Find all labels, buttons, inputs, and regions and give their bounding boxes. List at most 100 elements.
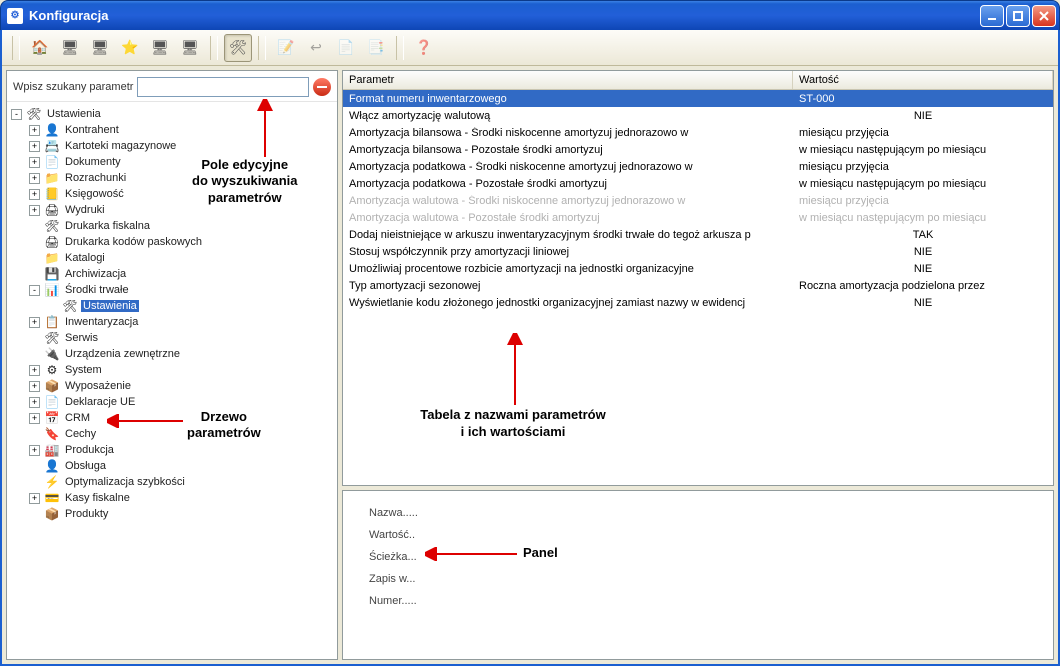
toolbar-btn-star[interactable]: ⭐: [116, 34, 144, 62]
toolbar-btn-5[interactable]: 🖥: [146, 34, 174, 62]
tree-expander: [29, 349, 40, 360]
tree-icon: 💳: [44, 490, 60, 506]
tree-icon: 🛠: [62, 298, 78, 314]
tree-label: Środki trwałe: [63, 284, 131, 296]
window-titlebar: ⚙ Konfiguracja: [0, 0, 1060, 30]
table-row[interactable]: Amortyzacja walutowa - Pozostałe środki …: [343, 209, 1053, 226]
tree-item[interactable]: +📅CRM: [9, 410, 335, 426]
toolbar-btn-6[interactable]: 🖥: [176, 34, 204, 62]
cell-value: Roczna amortyzacja podzielona przez: [793, 280, 1053, 292]
tree-expander[interactable]: +: [29, 397, 40, 408]
tree-item[interactable]: 📁Katalogi: [9, 250, 335, 266]
tree-item[interactable]: +🖨Wydruki: [9, 202, 335, 218]
tree-expander: [29, 237, 40, 248]
toolbar-btn-help[interactable]: ❓: [410, 34, 438, 62]
tree-item[interactable]: +⚙System: [9, 362, 335, 378]
tree-item[interactable]: 📦Produkty: [9, 506, 335, 522]
tree-item[interactable]: -🛠Ustawienia: [9, 106, 335, 122]
tree-item[interactable]: +🏭Produkcja: [9, 442, 335, 458]
table-row[interactable]: Włącz amortyzację walutowąNIE: [343, 107, 1053, 124]
grid-header-param[interactable]: Parametr: [343, 71, 793, 89]
detail-panel: Nazwa..... Wartość.. Ścieżka... Zapis w.…: [342, 490, 1054, 660]
tree-expander: [29, 221, 40, 232]
cell-value: NIE: [793, 297, 1053, 309]
tree-icon: 📋: [44, 314, 60, 330]
tree-expander[interactable]: +: [29, 189, 40, 200]
window-minimize-button[interactable]: [980, 5, 1004, 27]
toolbar-btn-home[interactable]: 🏠: [26, 34, 54, 62]
panel-path: Ścieżka...: [369, 551, 1027, 563]
tree-item[interactable]: +📋Inwentaryzacja: [9, 314, 335, 330]
window-close-button[interactable]: [1032, 5, 1056, 27]
toolbar-btn-docs[interactable]: 📑: [362, 34, 390, 62]
tree-item[interactable]: +💳Kasy fiskalne: [9, 490, 335, 506]
tree-icon: 📄: [44, 394, 60, 410]
cell-param: Amortyzacja bilansowa - Pozostałe środki…: [343, 144, 793, 156]
toolbar-btn-doc[interactable]: 📄: [332, 34, 360, 62]
tree-icon: 🏭: [44, 442, 60, 458]
tree-expander[interactable]: +: [29, 445, 40, 456]
tree-item[interactable]: 🔖Cechy: [9, 426, 335, 442]
tree-icon: 🛠: [26, 106, 42, 122]
table-row[interactable]: Amortyzacja bilansowa - Pozostałe środki…: [343, 141, 1053, 158]
table-row[interactable]: Amortyzacja podatkowa - Pozostałe środki…: [343, 175, 1053, 192]
tree-item[interactable]: + 📇Kartoteki magazynowe: [9, 138, 335, 154]
grid-header-value[interactable]: Wartość: [793, 71, 1053, 89]
tree-expander[interactable]: +: [29, 125, 40, 136]
cell-value: NIE: [793, 110, 1053, 122]
tree-expander[interactable]: +: [29, 493, 40, 504]
tree-item[interactable]: +👤Kontrahent: [9, 122, 335, 138]
tree-item[interactable]: 💾Archiwizacja: [9, 266, 335, 282]
tree-expander[interactable]: -: [29, 285, 40, 296]
window-maximize-button[interactable]: [1006, 5, 1030, 27]
tree-expander[interactable]: +: [29, 141, 40, 152]
table-row[interactable]: Stosuj współczynnik przy amortyzacji lin…: [343, 243, 1053, 260]
tree-item[interactable]: +📦Wyposażenie: [9, 378, 335, 394]
toolbar-btn-2[interactable]: 🖥: [56, 34, 84, 62]
table-row[interactable]: Amortyzacja podatkowa - Środki niskocenn…: [343, 158, 1053, 175]
tree-expander[interactable]: -: [11, 109, 22, 120]
table-row[interactable]: Format numeru inwentarzowegoST-000: [343, 90, 1053, 107]
window-title: Konfiguracja: [29, 8, 108, 23]
tree-label: Dokumenty: [63, 156, 123, 168]
tree-item[interactable]: 👤Obsługa: [9, 458, 335, 474]
cell-param: Dodaj nieistniejące w arkuszu inwentaryz…: [343, 229, 793, 241]
tree-item[interactable]: 🛠Serwis: [9, 330, 335, 346]
tree-icon: 🛠: [44, 218, 60, 234]
table-row[interactable]: Umożliwiaj procentowe rozbicie amortyzac…: [343, 260, 1053, 277]
tree-label: Obsługa: [63, 460, 108, 472]
tree-item[interactable]: 🖨Drukarka kodów paskowych: [9, 234, 335, 250]
tree-item[interactable]: +📄Dokumenty: [9, 154, 335, 170]
tree-item[interactable]: +📒Księgowość: [9, 186, 335, 202]
tree-expander[interactable]: +: [29, 381, 40, 392]
table-row[interactable]: Typ amortyzacji sezonowejRoczna amortyza…: [343, 277, 1053, 294]
tree-item[interactable]: -📊Środki trwałe: [9, 282, 335, 298]
tree[interactable]: -🛠Ustawienia+👤Kontrahent+📇Kartoteki maga…: [7, 102, 337, 659]
tree-expander[interactable]: +: [29, 365, 40, 376]
tree-expander[interactable]: +: [29, 413, 40, 424]
tree-expander[interactable]: +: [29, 317, 40, 328]
toolbar-btn-edit[interactable]: 📝: [272, 34, 300, 62]
toolbar-btn-tools[interactable]: 🛠: [224, 34, 252, 62]
tree-item[interactable]: 🛠Drukarka fiskalna: [9, 218, 335, 234]
toolbar-btn-undo[interactable]: ↩: [302, 34, 330, 62]
tree-expander[interactable]: +: [29, 157, 40, 168]
tree-label: Kartoteki magazynowe: [63, 140, 178, 152]
tree-item[interactable]: +📄Deklaracje UE: [9, 394, 335, 410]
tree-item[interactable]: 🔌Urządzenia zewnętrzne: [9, 346, 335, 362]
table-row[interactable]: Amortyzacja walutowa - Środki niskocenne…: [343, 192, 1053, 209]
tree-label: Kontrahent: [63, 124, 121, 136]
tree-expander[interactable]: +: [29, 205, 40, 216]
tree-label: Optymalizacja szybkości: [63, 476, 187, 488]
tree-item[interactable]: 🛠Ustawienia: [9, 298, 335, 314]
search-input[interactable]: [137, 77, 309, 97]
table-row[interactable]: Wyświetlanie kodu złożonego jednostki or…: [343, 294, 1053, 311]
tree-item[interactable]: +📁Rozrachunki: [9, 170, 335, 186]
toolbar-btn-3[interactable]: 🖥: [86, 34, 114, 62]
tree-expander[interactable]: +: [29, 173, 40, 184]
table-row[interactable]: Dodaj nieistniejące w arkuszu inwentaryz…: [343, 226, 1053, 243]
search-clear-button[interactable]: [313, 78, 331, 96]
table-row[interactable]: Amortyzacja bilansowa - Środki niskocenn…: [343, 124, 1053, 141]
tree-item[interactable]: ⚡Optymalizacja szybkości: [9, 474, 335, 490]
tree-icon: 📇: [44, 138, 60, 154]
